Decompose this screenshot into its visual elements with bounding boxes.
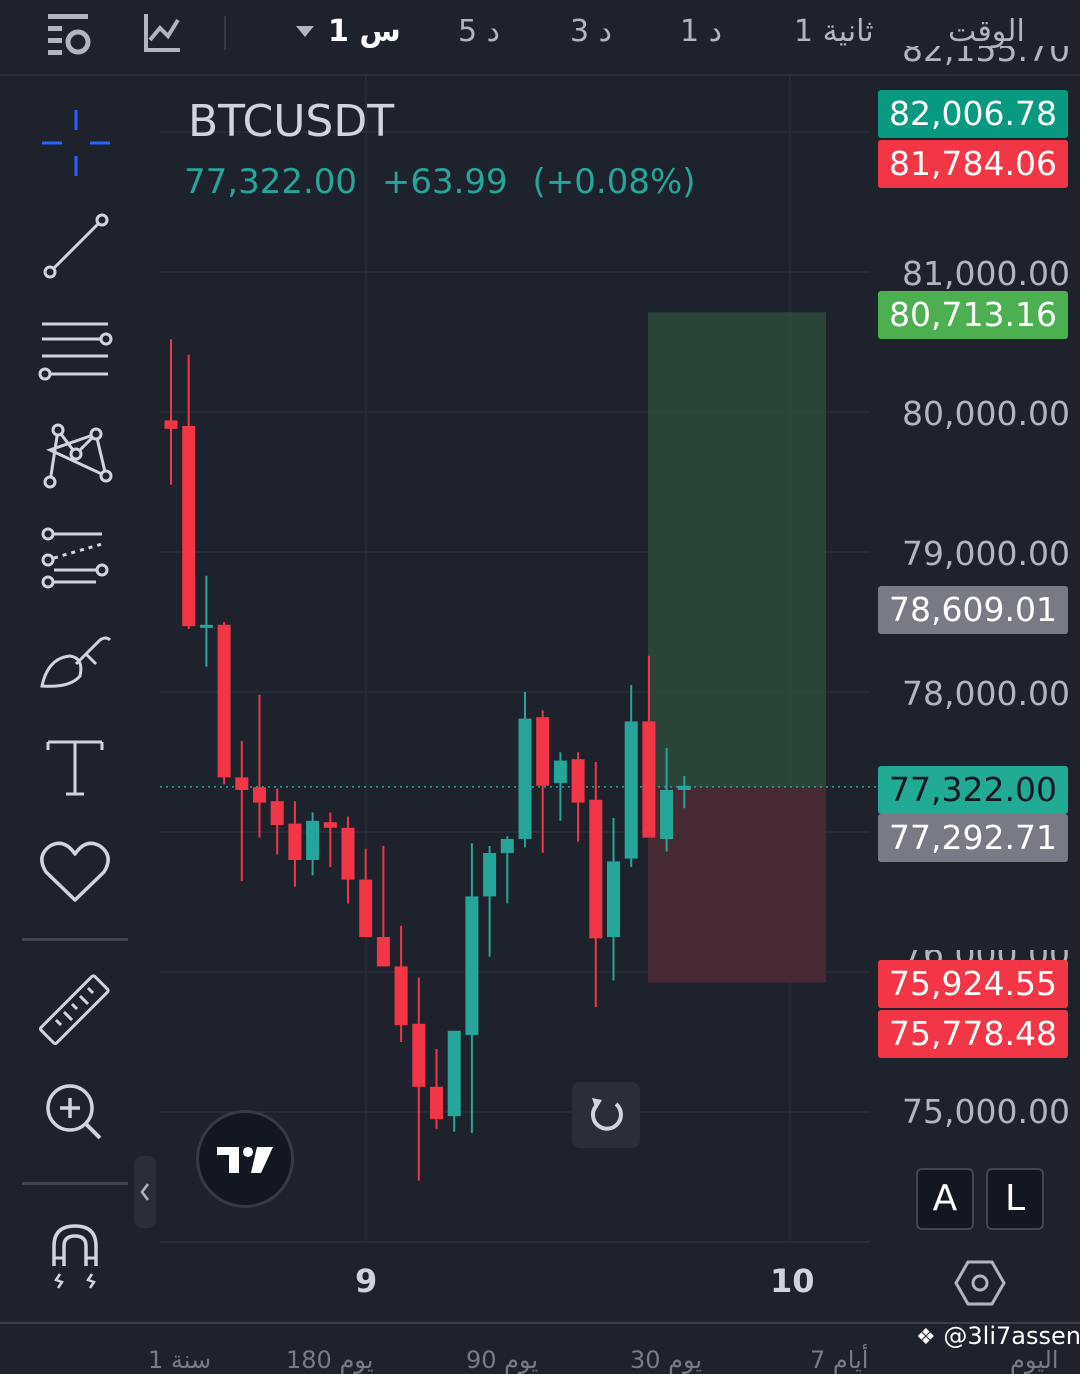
candle-body xyxy=(270,801,284,825)
price-badge-high: 81,784.06 xyxy=(878,140,1068,188)
candle-body xyxy=(677,785,691,790)
range-7-days[interactable]: 7 أيام xyxy=(810,1346,868,1374)
crosshair-icon[interactable] xyxy=(30,98,120,188)
price-badge-target: 80,713.16 xyxy=(878,291,1068,339)
last-price: 77,322.00 xyxy=(184,162,358,202)
text-icon[interactable] xyxy=(30,722,120,812)
candle-body xyxy=(571,759,585,803)
horizontal-lines-icon[interactable] xyxy=(30,306,120,396)
price-badge-ask: 82,006.78 xyxy=(878,90,1068,138)
tab-1-minute[interactable]: 1 د xyxy=(680,14,722,49)
favorite-heart-icon[interactable] xyxy=(30,826,120,916)
price-change: +63.99 xyxy=(381,162,508,202)
chart-settings-hexagon-icon[interactable] xyxy=(954,1258,1006,1308)
price-badge-stop: 75,924.55 xyxy=(878,960,1068,1008)
candle-body xyxy=(253,787,266,803)
candle-body xyxy=(235,777,249,790)
price-axis-label: 78,000.00 xyxy=(902,674,1070,713)
time-axis-label: 9 xyxy=(355,1262,378,1300)
candle-body xyxy=(412,1023,426,1087)
price-change-percent: (+0.08%) xyxy=(532,162,696,202)
candle-body xyxy=(182,426,196,627)
price-axis-label: 80,000.00 xyxy=(902,394,1070,433)
candle-body xyxy=(518,718,532,839)
candle-body xyxy=(359,879,373,937)
binance-logo-icon: ❖ xyxy=(916,1325,936,1350)
tab-5-minute[interactable]: 5 د xyxy=(458,14,500,49)
brush-icon[interactable] xyxy=(30,618,120,708)
candle-body xyxy=(217,624,231,778)
candle-body xyxy=(500,839,514,853)
candle-body xyxy=(536,717,550,786)
price-axis-label: 75,000.00 xyxy=(902,1092,1070,1131)
tradingview-logo-icon xyxy=(217,1147,273,1173)
drawing-toolbar xyxy=(0,76,156,1322)
candle-body xyxy=(164,420,178,429)
quote-line: 77,322.00 +63.99 (+0.08%) xyxy=(184,162,710,202)
position-loss-zone xyxy=(648,786,826,983)
trend-line-icon[interactable] xyxy=(30,202,120,292)
range-30-days[interactable]: 30 يوم xyxy=(630,1346,702,1374)
candle-body xyxy=(624,721,638,859)
candle-body xyxy=(306,820,320,860)
price-badge-level: 78,609.01 xyxy=(878,586,1068,634)
reset-icon xyxy=(590,1098,623,1131)
pattern-icon[interactable] xyxy=(30,410,120,500)
price-badge-level: 77,292.71 xyxy=(878,814,1068,862)
range-180-days[interactable]: 180 يوم xyxy=(286,1346,373,1374)
price-axis-label-partial: 82,155.70 xyxy=(902,46,1070,68)
tab-1-hour[interactable]: 1 س xyxy=(328,14,401,49)
candle-body xyxy=(642,721,656,838)
candle-body xyxy=(483,853,497,897)
tab-3-minute[interactable]: 3 د xyxy=(570,14,612,49)
candle-body xyxy=(660,790,674,839)
candle-body xyxy=(589,799,603,939)
price-badge-low: 75,778.48 xyxy=(878,1010,1068,1058)
candle-body xyxy=(199,624,213,628)
candle-body xyxy=(288,823,302,860)
toolbar-separator xyxy=(22,938,128,941)
chart-settings-icon[interactable] xyxy=(44,10,94,60)
range-90-days[interactable]: 90 يوم xyxy=(466,1346,538,1374)
auto-scale-button[interactable]: A xyxy=(916,1168,974,1230)
candle-body xyxy=(447,1030,461,1117)
toolbar-divider xyxy=(224,16,226,50)
ruler-icon[interactable] xyxy=(30,964,120,1054)
watermark: ❖ @3li7assen xyxy=(916,1322,1080,1350)
tab-time[interactable]: الوقت xyxy=(948,14,1025,49)
candle-body xyxy=(465,896,479,1035)
tab-1-second[interactable]: 1 ثانية xyxy=(794,14,874,49)
magnet-icon[interactable] xyxy=(30,1210,120,1300)
candle-body xyxy=(394,966,408,1026)
zoom-in-icon[interactable] xyxy=(30,1066,120,1156)
price-axis-label: 79,000.00 xyxy=(902,534,1070,573)
indicators-icon[interactable] xyxy=(140,10,190,60)
chevron-down-icon[interactable] xyxy=(296,26,314,37)
range-today[interactable]: اليوم xyxy=(1010,1346,1058,1374)
candle-body xyxy=(430,1086,443,1119)
price-badge-last: 77,322.00 xyxy=(878,766,1068,814)
candle-body xyxy=(607,861,620,937)
candle-body xyxy=(553,760,567,783)
tradingview-logo[interactable] xyxy=(196,1110,294,1208)
reset-chart-button[interactable] xyxy=(572,1082,640,1148)
position-profit-zone xyxy=(648,312,826,787)
candle-body xyxy=(323,822,337,828)
candle-body xyxy=(376,937,390,967)
toolbar-separator xyxy=(22,1182,128,1185)
symbol-name: BTCUSDT xyxy=(188,96,395,147)
log-scale-button[interactable]: L xyxy=(986,1168,1044,1230)
price-axis-label: 81,000.00 xyxy=(902,254,1070,293)
projection-icon[interactable] xyxy=(30,514,120,604)
watermark-text: @3li7assen xyxy=(943,1322,1080,1350)
time-axis-label: 10 xyxy=(770,1262,815,1300)
candle-body xyxy=(341,827,355,880)
range-1-year[interactable]: 1 سنة xyxy=(148,1346,211,1374)
